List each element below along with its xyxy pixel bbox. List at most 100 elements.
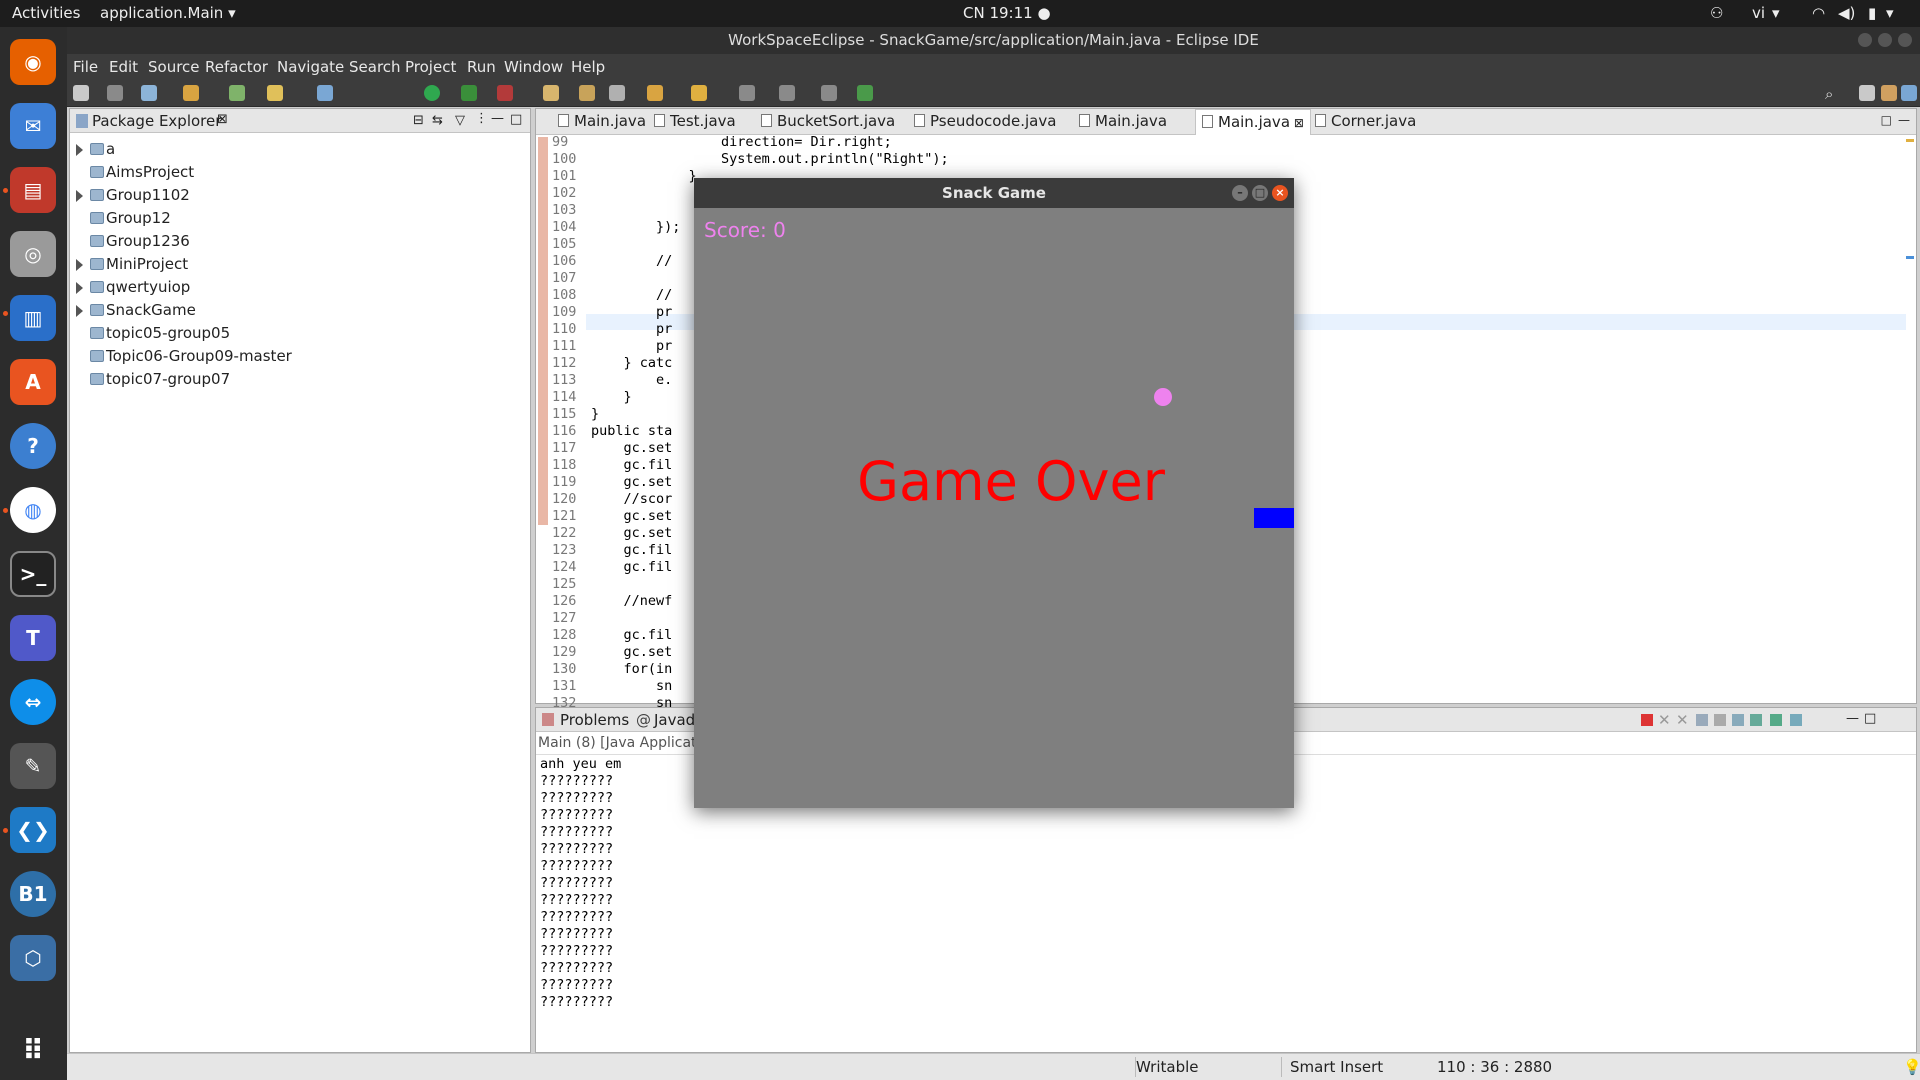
- prev-annotation-icon[interactable]: [691, 85, 707, 101]
- code-line[interactable]: }: [591, 389, 632, 405]
- code-line[interactable]: gc.set: [591, 474, 673, 490]
- menu-navigate[interactable]: Navigate: [277, 58, 344, 76]
- code-line[interactable]: }: [591, 406, 599, 422]
- menu-edit[interactable]: Edit: [109, 58, 138, 76]
- tree-item[interactable]: Topic06-Group09-master: [70, 346, 530, 369]
- expand-arrow-icon[interactable]: [76, 259, 83, 271]
- terminate-icon[interactable]: [1641, 714, 1653, 726]
- game-close-button[interactable]: ×: [1272, 185, 1288, 201]
- code-line[interactable]: pr: [591, 304, 672, 320]
- menu-help[interactable]: Help: [571, 58, 605, 76]
- tree-item[interactable]: Group12: [70, 208, 530, 231]
- code-line[interactable]: });: [591, 219, 680, 235]
- toggle-mark-icon[interactable]: [609, 85, 625, 101]
- game-minimize-button[interactable]: –: [1232, 185, 1248, 201]
- code-line[interactable]: sn: [591, 678, 672, 694]
- game-maximize-button[interactable]: □: [1252, 185, 1268, 201]
- writer-icon[interactable]: ▥: [10, 295, 56, 341]
- scroll-lock-icon[interactable]: [1714, 714, 1726, 726]
- tab-main-java[interactable]: Main.java: [1079, 112, 1167, 134]
- file-manager-icon[interactable]: ▤: [10, 167, 56, 213]
- new-icon[interactable]: [73, 85, 89, 101]
- help-icon[interactable]: ?: [10, 423, 56, 469]
- maximize-editor-icon[interactable]: □: [1881, 113, 1892, 127]
- lightbulb-icon[interactable]: 💡: [1903, 1058, 1920, 1076]
- expand-arrow-icon[interactable]: [76, 305, 83, 317]
- tab-problems[interactable]: Problems: [560, 711, 629, 729]
- tree-item[interactable]: topic07-group07: [70, 369, 530, 392]
- code-line[interactable]: e.: [591, 372, 672, 388]
- pin-editor-icon[interactable]: [857, 85, 873, 101]
- external-tools-icon[interactable]: [497, 85, 513, 101]
- system-menu-icon[interactable]: ▾: [1886, 4, 1894, 22]
- display-console-icon[interactable]: [1770, 714, 1782, 726]
- menu-file[interactable]: File: [73, 58, 98, 76]
- word-wrap-icon[interactable]: [1732, 714, 1744, 726]
- tree-item[interactable]: topic05-group05: [70, 323, 530, 346]
- expand-arrow-icon[interactable]: [76, 144, 83, 156]
- debug-icon[interactable]: [317, 85, 333, 101]
- annotation-icon[interactable]: [267, 85, 283, 101]
- tab-corner-java[interactable]: Corner.java: [1315, 112, 1416, 134]
- clock[interactable]: CN 19:11 ●: [963, 4, 1051, 22]
- run-icon[interactable]: [424, 85, 440, 101]
- app-menu[interactable]: application.Main ▾: [100, 4, 236, 22]
- remove-all-icon[interactable]: ✕: [1676, 711, 1689, 729]
- maximize-view-icon[interactable]: □: [1864, 711, 1876, 726]
- link-editor-icon[interactable]: ⇆: [432, 113, 443, 128]
- tree-item[interactable]: SnackGame: [70, 300, 530, 323]
- close-view-icon[interactable]: ⊠: [217, 112, 228, 127]
- menu-refactor[interactable]: Refactor: [205, 58, 268, 76]
- music-player-icon[interactable]: ◎: [10, 231, 56, 277]
- code-line[interactable]: pr: [591, 321, 672, 337]
- open-perspective-icon[interactable]: [1859, 85, 1875, 101]
- coverage-icon[interactable]: [461, 85, 477, 101]
- open-folder-icon[interactable]: [579, 85, 595, 101]
- code-line[interactable]: gc.set: [591, 508, 673, 524]
- debug-perspective-icon[interactable]: [1901, 85, 1917, 101]
- code-line[interactable]: System.out.println("Right");: [591, 151, 949, 167]
- terminal-view-icon[interactable]: [141, 85, 157, 101]
- code-line[interactable]: public sta: [591, 423, 672, 439]
- tree-item[interactable]: Group1102: [70, 185, 530, 208]
- tab-main-java[interactable]: Main.java ⊠: [1195, 109, 1311, 135]
- tree-item[interactable]: a: [70, 139, 530, 162]
- minimize-view-icon[interactable]: —: [1846, 711, 1859, 726]
- terminal-icon[interactable]: >_: [10, 551, 56, 597]
- forward-icon[interactable]: [821, 85, 837, 101]
- tab-test-java[interactable]: Test.java: [654, 112, 736, 134]
- code-line[interactable]: gc.set: [591, 440, 673, 456]
- code-line[interactable]: gc.set: [591, 644, 673, 660]
- code-line[interactable]: gc.set: [591, 525, 673, 541]
- chrome-icon[interactable]: ◍: [10, 487, 56, 533]
- minimize-button[interactable]: [1858, 33, 1872, 47]
- menu-search[interactable]: Search: [349, 58, 401, 76]
- teams-icon[interactable]: T: [10, 615, 56, 661]
- tree-item[interactable]: Group1236: [70, 231, 530, 254]
- search-icon[interactable]: ⌕: [1825, 85, 1841, 103]
- close-tab-icon[interactable]: ⊠: [1290, 116, 1304, 130]
- java-perspective-icon[interactable]: [1881, 85, 1897, 101]
- view-menu-icon[interactable]: ⋮: [475, 111, 488, 126]
- save-icon[interactable]: [107, 85, 123, 101]
- minimize-view-icon[interactable]: —: [491, 111, 504, 126]
- maximize-button[interactable]: [1878, 33, 1892, 47]
- virtualbox-icon[interactable]: ⬡: [10, 935, 56, 981]
- code-line[interactable]: }: [591, 168, 697, 184]
- back-history-icon[interactable]: [779, 85, 795, 101]
- tree-item[interactable]: MiniProject: [70, 254, 530, 277]
- firefox-icon[interactable]: ◉: [10, 39, 56, 85]
- code-line[interactable]: //scor: [591, 491, 673, 507]
- filter-icon[interactable]: ▽: [455, 113, 465, 128]
- remove-launch-icon[interactable]: ✕: [1658, 711, 1671, 729]
- tab-pseudocode-java[interactable]: Pseudocode.java: [914, 112, 1056, 134]
- open-console-icon[interactable]: [1790, 714, 1802, 726]
- expand-arrow-icon[interactable]: [76, 190, 83, 202]
- gimp-icon[interactable]: ✎: [10, 743, 56, 789]
- vscode-icon[interactable]: ❮❯: [10, 807, 56, 853]
- menu-window[interactable]: Window: [504, 58, 563, 76]
- code-line[interactable]: //newf: [591, 593, 673, 609]
- network-users-icon[interactable]: ⚇: [1710, 4, 1723, 22]
- show-applications-icon[interactable]: ⠿: [10, 1027, 56, 1073]
- code-line[interactable]: gc.fil: [591, 627, 673, 643]
